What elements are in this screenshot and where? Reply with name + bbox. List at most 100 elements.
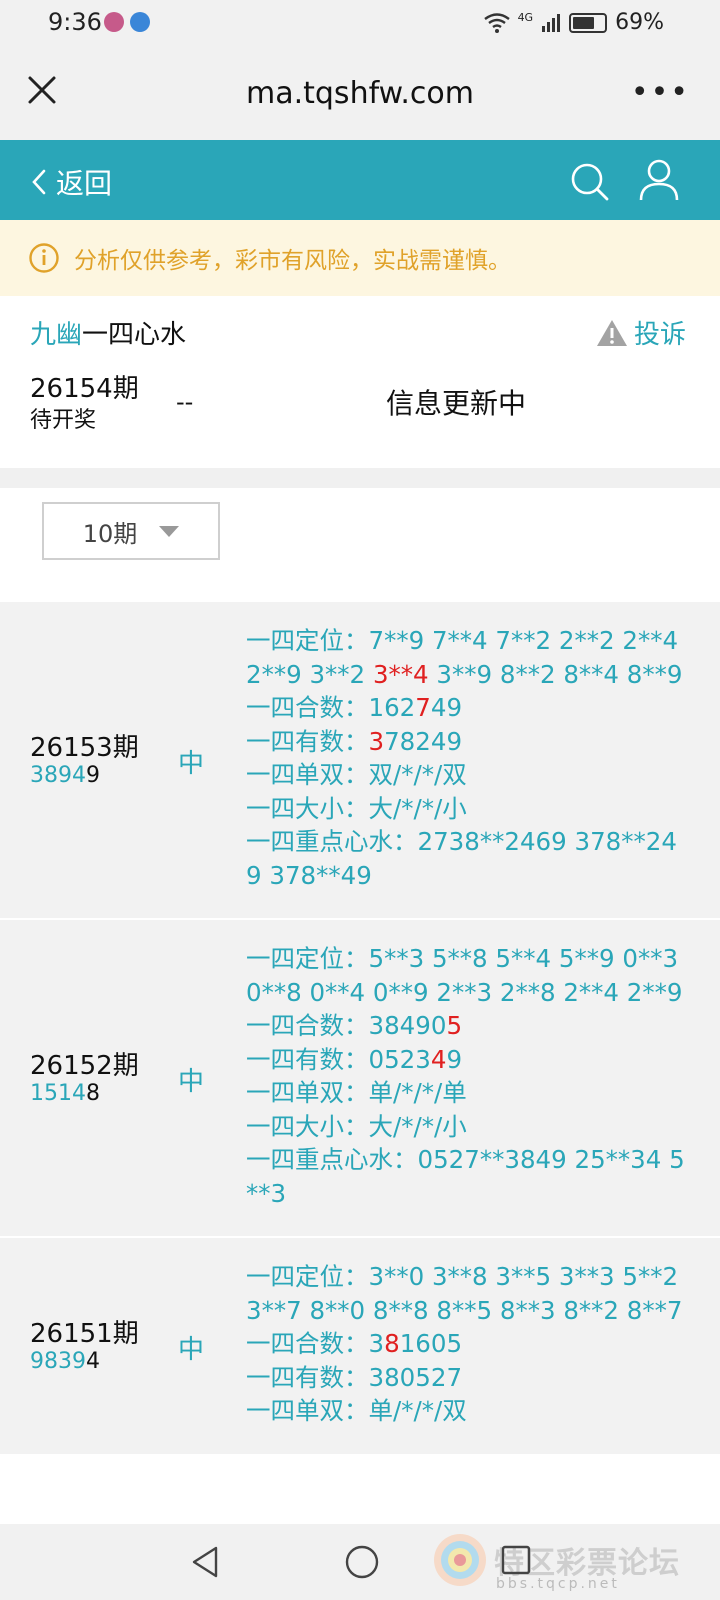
record-issue: 26151期 [30, 1319, 139, 1349]
caret-down-icon [159, 525, 180, 537]
line-segment: 49 [430, 693, 463, 722]
back-label: 返回 [56, 167, 113, 200]
report-label: 投诉 [633, 320, 686, 350]
hit-segment: 5 [446, 1011, 463, 1040]
battery-icon [569, 12, 608, 33]
draw-last-digit: 8 [86, 1081, 100, 1106]
prediction-line: 一四大小：大/*/*/小 [246, 792, 692, 826]
line-segment: 一四有数：0523 [246, 1044, 431, 1074]
line-segment: 一四合数：3 [246, 1329, 385, 1358]
record-issue: 26152期 [30, 1051, 139, 1081]
signal-icon [542, 13, 561, 32]
selector-area: 10期 [0, 488, 720, 602]
network-type: 4G [517, 11, 534, 24]
report-button[interactable]: 投诉 [596, 314, 686, 351]
user-icon[interactable] [638, 158, 680, 202]
record-row: 一四定位：3**0 3**8 3**5 3**3 5**2 3**7 8**0 … [0, 1238, 720, 1456]
app-header: 返回 [0, 140, 720, 220]
back-button[interactable]: 返回 [28, 162, 112, 202]
avatar-notification-icon [104, 12, 124, 32]
search-icon[interactable] [568, 160, 610, 202]
prediction-line: 一四单双：双/*/*/双 [246, 758, 692, 792]
line-segment: 一四重点心水：0527**3849 25**34 5**3 [246, 1145, 685, 1208]
line-segment: 一四单双：双/*/*/双 [246, 760, 467, 789]
prediction-line: 一四重点心水：0527**3849 25**34 5**3 [246, 1143, 692, 1210]
prediction-line: 一四大小：大/*/*/小 [246, 1110, 692, 1144]
period-select-value: 10期 [82, 519, 138, 548]
line-segment: 一四重点心水：2738**2469 378**249 378**49 [246, 827, 677, 890]
draw-lead-digits: 1514 [30, 1081, 86, 1106]
line-segment: 一四大小：大/*/*/小 [246, 793, 467, 823]
url-title[interactable]: ma.tqshfw.com [0, 76, 720, 111]
draw-lead-digits: 3894 [30, 763, 86, 788]
line-segment: 一四大小：大/*/*/小 [246, 1111, 467, 1141]
prediction-line: 一四合数：162749 [246, 691, 692, 725]
line-segment: 78249 [384, 726, 463, 756]
draw-last-digit: 9 [86, 763, 100, 788]
battery-percent: 69% [615, 10, 664, 35]
line-segment: 一四定位：3**0 3**8 3**5 3**3 5**2 3**7 8**0 … [246, 1262, 683, 1325]
app-notification-icon [130, 12, 150, 32]
line-segment: 3**9 8**2 8**4 8**9 [428, 659, 683, 689]
prediction-line: 一四单双：单/*/*/单 [246, 1076, 692, 1110]
prediction-line: 一四重点心水：2738**2469 378**249 378**49 [246, 825, 692, 892]
prediction-line: 一四有数：380527 [246, 1361, 692, 1395]
info-icon [29, 243, 59, 273]
record-row: 一四定位：7**9 7**4 7**2 2**2 2**4 2**9 3**2 … [0, 602, 720, 920]
period-select[interactable]: 10期 [42, 502, 220, 560]
line-segment: 一四有数：380527 [246, 1362, 463, 1392]
status-bar: 9:36 4G 69% [0, 0, 720, 50]
hit-badge: 中 [178, 749, 205, 779]
line-segment: 一四单双：单/*/*/单 [246, 1078, 467, 1107]
status-time: 9:36 [48, 8, 102, 36]
prediction-line: 一四有数：052349 [246, 1043, 692, 1077]
page-title: 九幽一四心水 [30, 314, 186, 351]
record-draw-number: 38949 [30, 763, 100, 788]
hit-segment: 8 [384, 1329, 400, 1358]
prediction-line: 一四有数：378249 [246, 725, 692, 759]
draw-lead-digits: 9839 [30, 1349, 86, 1374]
current-issue: 26154期 [30, 374, 139, 404]
notice-text: 分析仅供参考，彩市有风险，实战需谨慎。 [74, 248, 511, 274]
hit-segment: 3 [368, 726, 385, 756]
record-row: 一四定位：5**3 5**8 5**4 5**9 0**3 0**8 0**4 … [0, 920, 720, 1238]
hit-badge: 中 [178, 1067, 205, 1097]
prediction-line: 一四合数：384905 [246, 1009, 692, 1043]
hit-segment: 4 [430, 1044, 447, 1074]
forum-logo-icon [434, 1534, 486, 1586]
line-segment: 一四有数： [246, 726, 369, 756]
divider [0, 468, 720, 488]
watermark-url: bbs.tqcp.net [496, 1576, 620, 1592]
more-menu-icon[interactable]: ••• [631, 78, 690, 108]
nav-back-icon[interactable] [188, 1544, 222, 1580]
status-right: 4G 69% [483, 10, 664, 35]
hit-segment: 3**4 [372, 659, 429, 689]
nav-recent-icon[interactable] [500, 1544, 532, 1576]
title-prefix[interactable]: 九幽 [30, 320, 82, 350]
current-draw-placeholder: -- [176, 388, 194, 416]
nav-home-icon[interactable] [344, 1544, 380, 1580]
prediction-line: 一四单双：单/*/*/双 [246, 1394, 692, 1428]
draw-last-digit: 4 [86, 1349, 100, 1374]
risk-notice: 分析仅供参考，彩市有风险，实战需谨慎。 [0, 220, 720, 296]
prediction-lines: 一四定位：7**9 7**4 7**2 2**2 2**4 2**9 3**2 … [246, 624, 692, 892]
line-segment: 一四单双：单/*/*/双 [246, 1396, 467, 1425]
line-segment: 一四定位：5**3 5**8 5**4 5**9 0**3 0**8 0**4 … [246, 944, 683, 1007]
prediction-lines: 一四定位：3**0 3**8 3**5 3**3 5**2 3**7 8**0 … [246, 1260, 692, 1428]
line-segment: 一四合数：162 [246, 693, 416, 722]
line-segment: 一四合数：38490 [246, 1011, 447, 1040]
record-draw-number: 98394 [30, 1349, 100, 1374]
system-nav-bar: 特区彩票论坛 bbs.tqcp.net [0, 1524, 720, 1600]
current-info: 九幽一四心水 投诉 26154期 待开奖 -- 信息更新中 [0, 296, 720, 468]
prediction-line: 一四定位：7**9 7**4 7**2 2**2 2**4 2**9 3**2 … [246, 624, 692, 691]
line-segment: 1605 [399, 1329, 463, 1358]
line-segment: 9 [446, 1044, 463, 1074]
current-status: 待开奖 [30, 408, 97, 433]
prediction-line: 一四定位：5**3 5**8 5**4 5**9 0**3 0**8 0**4 … [246, 942, 692, 1009]
notification-icons [104, 12, 150, 32]
chevron-left-icon [32, 169, 46, 195]
warning-icon [596, 319, 627, 346]
hit-badge: 中 [178, 1335, 205, 1365]
record-draw-number: 15148 [30, 1081, 100, 1106]
prediction-lines: 一四定位：5**3 5**8 5**4 5**9 0**3 0**8 0**4 … [246, 942, 692, 1210]
